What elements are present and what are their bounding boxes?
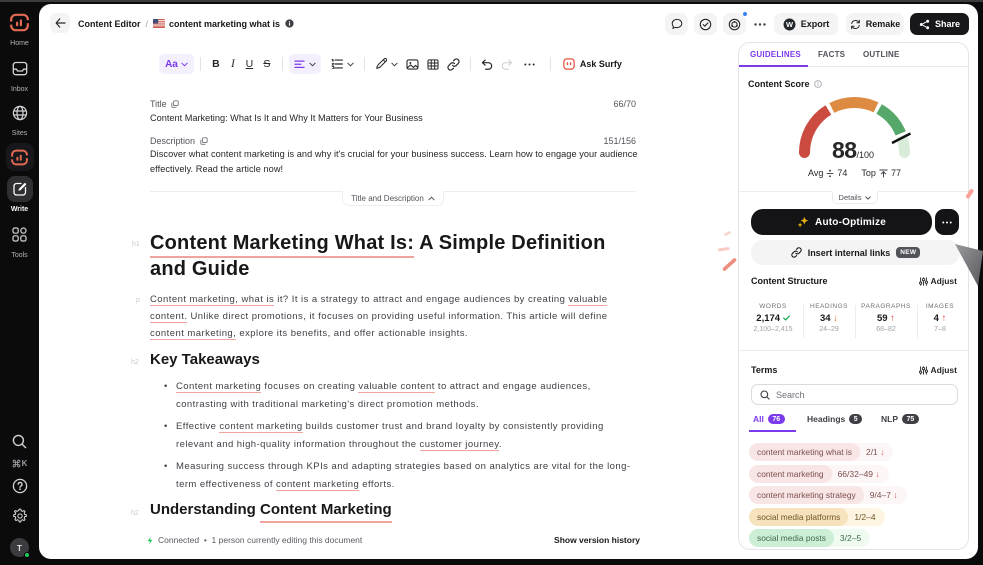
- svg-text:W: W: [786, 20, 793, 29]
